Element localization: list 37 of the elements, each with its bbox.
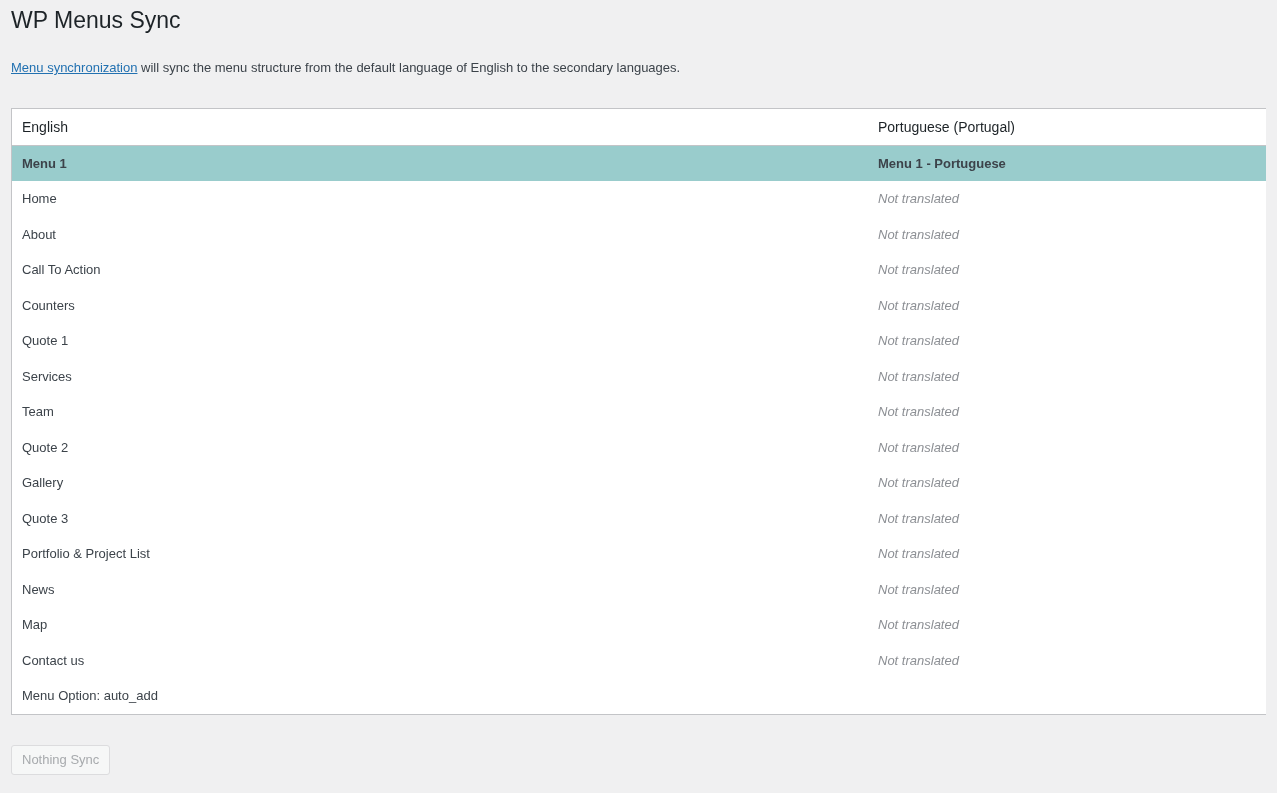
table-cell-text: Quote 1 xyxy=(21,333,70,349)
table-cell-text: Not translated xyxy=(877,226,961,242)
table-cell-text: Not translated xyxy=(877,333,961,349)
table-cell-text: Portfolio & Project List xyxy=(21,546,151,562)
table-cell-text: Quote 2 xyxy=(21,439,70,455)
table-cell-text: Not translated xyxy=(877,581,961,597)
column-header: Portuguese (Portugal) xyxy=(877,118,1016,135)
page-title: WP Menus Sync xyxy=(11,6,182,35)
table-cell-text: Not translated xyxy=(877,297,961,313)
table-cell-text: Not translated xyxy=(877,262,961,278)
table-cell-text: Gallery xyxy=(21,475,65,491)
table-cell-text: Call To Action xyxy=(21,262,102,278)
table-cell-text: News xyxy=(21,581,56,597)
table-cell-text: Counters xyxy=(21,297,76,313)
table-cell-text: Not translated xyxy=(877,475,961,491)
table-cell-text: Not translated xyxy=(877,404,961,420)
table-cell-text: Not translated xyxy=(877,191,961,207)
table-cell-text: Not translated xyxy=(877,439,961,455)
table-cell-text: Contact us xyxy=(21,652,86,668)
table-cell-text: Not translated xyxy=(877,617,961,633)
table-cell-text: Quote 3 xyxy=(21,510,70,526)
table-cell-text: Team xyxy=(21,404,55,420)
table-cell-text: Map xyxy=(21,617,49,633)
column-header: English xyxy=(21,118,69,135)
table-cell-text: Menu 1 - Portuguese xyxy=(877,155,1007,171)
table-cell-text: Not translated xyxy=(877,652,961,668)
table-cell-text: Menu 1 xyxy=(21,155,68,171)
table-cell-text: Not translated xyxy=(877,368,961,384)
table-cell-text: Not translated xyxy=(877,546,961,562)
table-cell-text: Home xyxy=(21,191,58,207)
menu-row[interactable]: Menu 1 Menu 1 - Portuguese xyxy=(12,145,1266,181)
table-cell-text: Services xyxy=(21,368,73,384)
synchronization-link[interactable]: Menu synchronization xyxy=(11,60,138,75)
table-cell-text: About xyxy=(21,226,57,242)
table-cell-text: Not translated xyxy=(877,510,961,526)
intro-text: Menu synchronization will sync the menu structure from the default language of English to the secondary languages. xyxy=(11,59,682,77)
table-cell-text: Menu Option: auto_add xyxy=(21,688,159,704)
